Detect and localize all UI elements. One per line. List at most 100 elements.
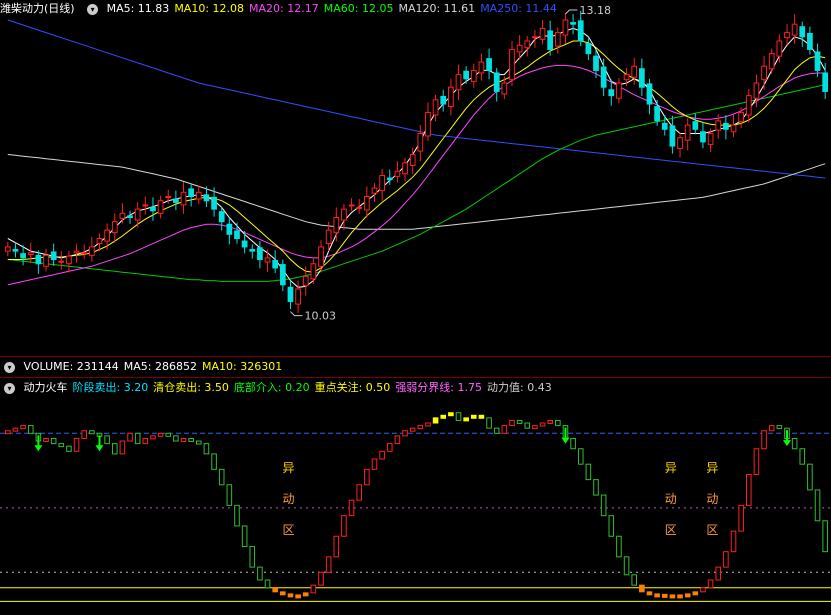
indicator-bar <box>264 579 271 589</box>
indicator-bar <box>776 425 783 430</box>
candle-body <box>119 212 126 219</box>
indicator-bar <box>463 417 469 422</box>
indicator-bar <box>448 412 454 417</box>
candle-body <box>593 55 599 71</box>
candle-body <box>241 240 248 248</box>
volume-label-1: MA5: 286852 <box>123 360 197 373</box>
indicator-bar <box>417 425 424 430</box>
indicator-label-0: 动力火车 <box>23 381 68 394</box>
candle-body <box>684 124 691 141</box>
candle-body <box>348 204 355 207</box>
candle-body <box>478 61 485 74</box>
indicator-bar <box>196 440 202 445</box>
indicator-bar <box>631 574 638 586</box>
indicator-bar <box>287 593 294 598</box>
indicator-bar <box>478 414 485 419</box>
zone-label-char: 动 <box>283 492 295 506</box>
indicator-bar <box>73 437 80 452</box>
toggle-chevron-icon[interactable]: ▾ <box>87 3 99 15</box>
candle-body <box>738 111 745 123</box>
indicator-bar <box>371 458 378 470</box>
indicator-bar <box>89 430 95 435</box>
sell-arrow-icon <box>34 445 43 452</box>
candle-body <box>501 82 508 95</box>
indicator-bar <box>295 594 301 599</box>
indicator-bar <box>616 535 622 558</box>
candle-body <box>532 36 538 39</box>
indicator-bar <box>768 425 775 432</box>
ma20-line <box>7 64 826 286</box>
indicator-bar <box>203 443 210 455</box>
candle-body <box>325 229 332 245</box>
indicator-bar <box>402 430 408 437</box>
ma60-line <box>7 84 826 282</box>
indicator-bar <box>570 437 576 450</box>
indicator-panel-header: ▾ 动力火车 阶段卖出: 3.20 清仓卖出: 3.50 底部介入: 0.20 重点关注… <box>0 380 562 396</box>
panel-divider <box>0 377 831 378</box>
indicator-bar <box>119 440 126 455</box>
indicator-bar <box>379 450 385 460</box>
toggle-chevron-icon[interactable]: ▾ <box>4 382 15 394</box>
zone-label-char: 区 <box>665 523 677 537</box>
indicator-bar <box>684 593 691 598</box>
low-price-label: 10.03 <box>304 310 336 323</box>
candle-body <box>96 238 103 245</box>
candle-body <box>318 246 324 267</box>
zone-label-char: 异 <box>283 461 295 475</box>
candle-body <box>631 65 638 78</box>
indicator-bar <box>142 437 149 445</box>
indicator-bar <box>66 445 72 452</box>
indicator-bar <box>577 448 584 465</box>
candle-body <box>211 196 217 210</box>
volume-legend: VOLUME: 231144 MA5: 286852 MA10: 326301 <box>24 360 288 373</box>
indicator-bar <box>257 566 263 581</box>
indicator-bar <box>280 591 286 596</box>
candle-body <box>700 131 706 143</box>
indicator-bar <box>356 484 362 501</box>
candle-body <box>455 74 462 91</box>
indicator-bar <box>394 435 401 445</box>
chart-canvas[interactable]: 13.18 10.03 异动区 异动区 异动区 <box>0 0 831 612</box>
indicator-bar <box>58 443 65 448</box>
candle-body <box>577 20 584 42</box>
candle-body <box>165 196 172 199</box>
candle-body <box>554 32 561 47</box>
indicator-bar <box>188 437 194 442</box>
ma-label-2: MA20: 12.17 <box>249 2 319 15</box>
candle-body <box>66 255 72 265</box>
candle-body <box>608 89 615 97</box>
volume-panel-header: ▾ VOLUME: 231144 MA5: 286852 MA10: 326301 <box>0 359 292 375</box>
indicator-bar <box>104 435 110 445</box>
indicator-label-4: 重点关注: 0.50 <box>314 381 391 394</box>
ma-label-0: MA5: 11.83 <box>106 2 170 15</box>
candle-body <box>218 211 225 223</box>
price-panel[interactable]: 13.18 10.03 <box>4 4 829 323</box>
indicator-bar <box>43 437 49 442</box>
candle-body <box>88 246 95 256</box>
candle-body <box>20 253 26 259</box>
toggle-chevron-icon[interactable]: ▾ <box>4 361 15 373</box>
indicator-bar <box>593 479 599 496</box>
candle-body <box>486 58 492 71</box>
candle-body <box>524 40 531 49</box>
candle-body <box>814 51 821 71</box>
indicator-bar <box>746 473 752 506</box>
indicator-bar <box>822 520 828 553</box>
stock-chart-window[interactable]: 13.18 10.03 异动区 异动区 异动区 潍柴动力(日线) ▾ MA5: 11.… <box>0 0 831 612</box>
sell-arrow-icon <box>561 437 570 444</box>
candle-body <box>723 122 729 130</box>
candle-body <box>432 99 439 116</box>
indicator-bar <box>585 463 592 481</box>
indicator-label-2: 清仓卖出: 3.50 <box>153 381 229 394</box>
ma250-line <box>7 19 826 179</box>
indicator-bar <box>364 468 370 486</box>
indicator-bar <box>501 425 508 434</box>
indicator-bar <box>654 593 660 598</box>
indicator-bar <box>50 437 57 445</box>
candle-body <box>356 206 363 209</box>
candle-body <box>753 82 760 99</box>
indicator-bar <box>555 419 561 427</box>
candle-body <box>425 111 431 137</box>
indicator-panel[interactable]: 异动区 异动区 异动区 <box>0 412 831 602</box>
candle-body <box>81 252 88 255</box>
